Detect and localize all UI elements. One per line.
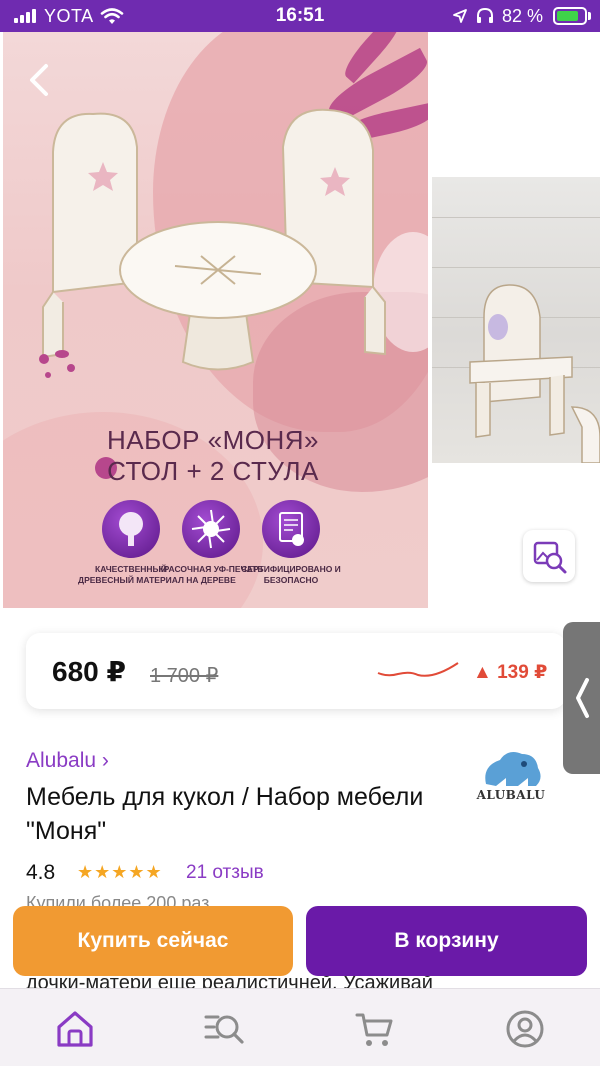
feature-certified: СЕРТИФИЦИРОВАНО И БЕЗОПАСНО — [236, 500, 346, 586]
profile-icon[interactable] — [503, 1007, 547, 1051]
catalog-search-icon[interactable] — [202, 1007, 246, 1051]
certificate-icon — [262, 500, 320, 558]
image-search-icon — [533, 541, 567, 574]
price-change: ▲ 139 ₽ — [473, 662, 548, 683]
doll-furniture-illustration — [42, 108, 386, 371]
battery-cap — [588, 12, 591, 20]
product-title: Мебель для кукол / Набор мебели "Моня" — [26, 783, 424, 845]
back-chevron-icon[interactable] — [22, 60, 58, 100]
buy-now-button[interactable]: Купить сейчас — [13, 906, 293, 976]
product-secondary-image[interactable] — [432, 177, 600, 463]
rating-value: 4.8 — [26, 861, 56, 884]
headphones-icon — [477, 8, 493, 23]
status-bar: YOTA 16:51 82 % — [0, 0, 600, 32]
location-arrow-icon — [453, 9, 467, 23]
brand-logo-text: Alubalu — [476, 788, 546, 802]
bottom-nav — [0, 988, 600, 1066]
add-to-cart-button[interactable]: В корзину — [306, 906, 587, 976]
cart-icon[interactable] — [353, 1007, 397, 1051]
image-gallery[interactable]: НАБОР «МОНЯ» СТОЛ + 2 СТУЛА КАЧЕСТВЕННЫЙ… — [0, 32, 600, 608]
product-main-image[interactable]: НАБОР «МОНЯ» СТОЛ + 2 СТУЛА КАЧЕСТВЕННЫЙ… — [3, 32, 428, 608]
price-card[interactable]: 680 ₽ 1 700 ₽ ▲ 139 ₽ — [26, 633, 566, 709]
photo-search-button[interactable] — [523, 530, 575, 582]
price-trend-icon — [377, 662, 459, 677]
brand-link[interactable]: Alubalu › — [26, 749, 109, 773]
battery-percent: 82 % — [502, 6, 544, 26]
chevron-left-icon — [576, 678, 589, 718]
battery-icon — [553, 7, 587, 25]
side-panel-tab[interactable] — [563, 622, 600, 774]
heart-icon[interactable] — [460, 60, 500, 100]
tree-icon — [102, 500, 160, 558]
splash-icon — [182, 500, 240, 558]
rating-stars: ★★★★★ — [77, 862, 163, 882]
share-icon[interactable] — [540, 58, 580, 102]
old-price: 1 700 ₽ — [150, 665, 219, 687]
image-title-line1: НАБОР «МОНЯ» — [106, 425, 320, 455]
current-price: 680 ₽ — [52, 656, 126, 687]
reviews-link[interactable]: 21 отзыв — [186, 862, 264, 884]
home-icon[interactable] — [53, 1007, 97, 1051]
image-title-line2: СТОЛ + 2 СТУЛА — [107, 456, 319, 486]
